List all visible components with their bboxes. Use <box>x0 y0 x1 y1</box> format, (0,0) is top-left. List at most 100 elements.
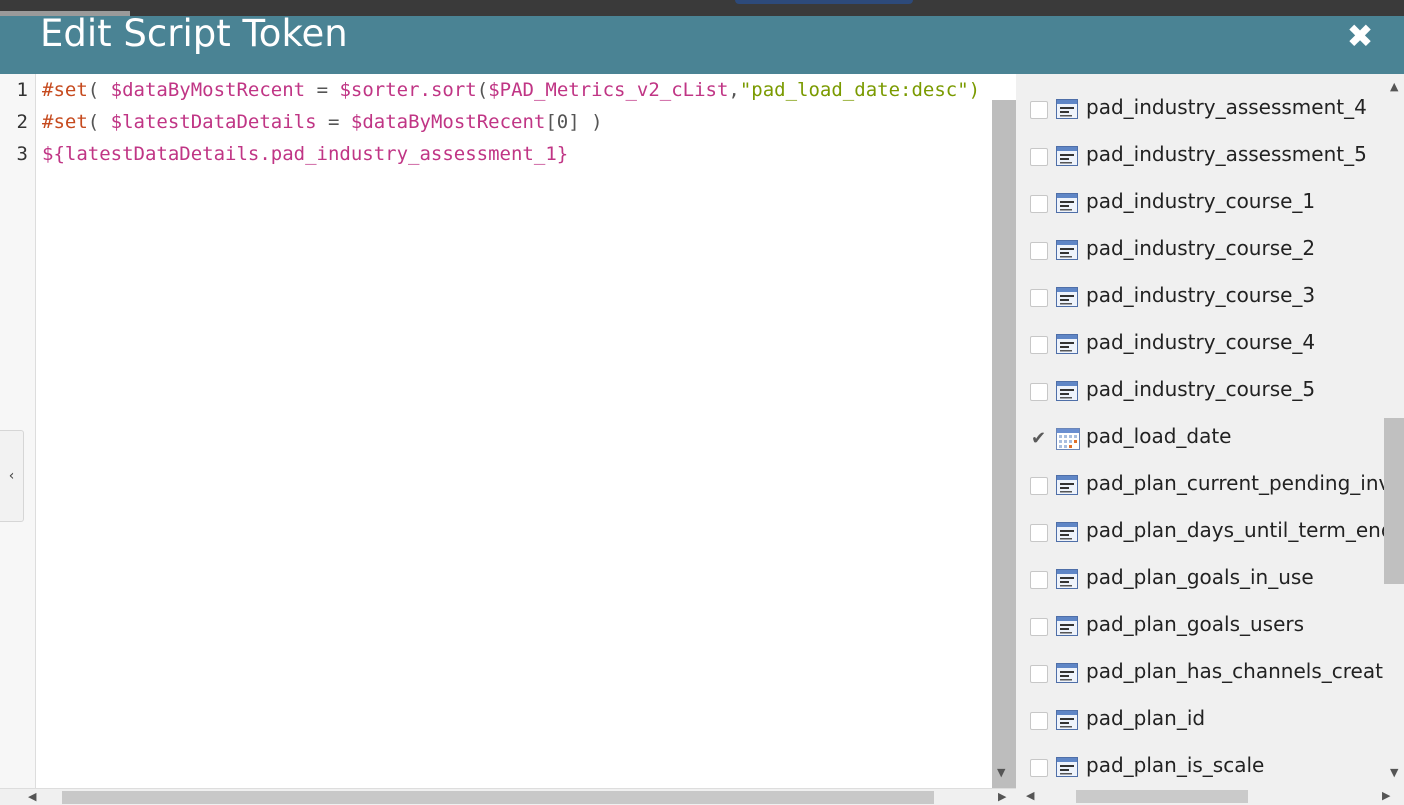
code-token: ( <box>476 79 489 101</box>
text-field-icon <box>1056 240 1080 260</box>
field-label: pad_industry_course_3 <box>1086 283 1316 307</box>
line-number: 1 <box>16 79 28 101</box>
calendar-field-icon <box>1056 428 1080 450</box>
field-list-item[interactable]: pad_industry_assessment_4 <box>1016 80 1384 127</box>
field-label: pad_industry_course_5 <box>1086 377 1316 401</box>
editor-hscroll-thumb[interactable] <box>62 791 934 804</box>
checkbox[interactable] <box>1030 618 1048 636</box>
text-field-icon <box>1056 616 1080 636</box>
code-token: [0] ) <box>545 111 603 133</box>
field-list-item[interactable]: pad_industry_course_4 <box>1016 315 1384 362</box>
code-token: $latestDataDetails <box>110 111 317 133</box>
checkbox[interactable] <box>1030 524 1048 542</box>
checkbox[interactable] <box>1030 571 1048 589</box>
list-scroll-down-arrow-icon[interactable]: ▼ <box>1390 766 1398 779</box>
checkbox[interactable] <box>1030 383 1048 401</box>
line-number: 3 <box>16 143 28 165</box>
field-list-item[interactable]: pad_plan_id <box>1016 691 1384 738</box>
field-list-item[interactable]: pad_industry_course_3 <box>1016 268 1384 315</box>
field-label: pad_plan_current_pending_invit <box>1086 471 1384 495</box>
field-list-item[interactable]: pad_plan_goals_users <box>1016 597 1384 644</box>
code-token: ( <box>87 111 111 133</box>
text-field-icon <box>1056 99 1080 119</box>
dialog-title: Edit Script Token <box>40 12 348 55</box>
checkbox[interactable] <box>1030 712 1048 730</box>
field-label: pad_load_date <box>1086 424 1232 448</box>
editor-horizontal-scrollbar[interactable]: ◀ ▶ <box>0 788 1016 805</box>
text-field-icon <box>1056 522 1080 542</box>
checkbox[interactable] <box>1030 148 1048 166</box>
code-token: ( <box>87 79 111 101</box>
text-field-icon <box>1056 287 1080 307</box>
field-list-panel: pad_industry_assessment_4 pad_industry_as… <box>1016 74 1404 805</box>
code-token: #set <box>42 111 88 133</box>
checkbox[interactable] <box>1030 101 1048 119</box>
scroll-down-arrow-icon[interactable]: ▼ <box>997 766 1005 779</box>
field-label: pad_plan_goals_users <box>1086 612 1305 636</box>
list-scroll-left-arrow-icon[interactable]: ◀ <box>1026 789 1034 802</box>
text-field-icon <box>1056 381 1080 401</box>
checkbox[interactable] <box>1030 665 1048 683</box>
field-label: pad_industry_course_4 <box>1086 330 1316 354</box>
code-token: ${latestDataDetails.pad_industry_assessm… <box>42 143 569 165</box>
checkbox[interactable] <box>1030 195 1048 213</box>
checkbox-checked[interactable] <box>1030 428 1048 449</box>
field-list-item[interactable]: pad_plan_goals_in_use <box>1016 550 1384 597</box>
close-icon[interactable]: ✖ <box>1344 20 1376 52</box>
editor-vertical-scrollbar[interactable] <box>992 100 1016 788</box>
text-field-icon <box>1056 146 1080 166</box>
checkbox[interactable] <box>1030 336 1048 354</box>
field-list-horizontal-scrollbar[interactable]: ◀ ▶ <box>1016 788 1404 805</box>
field-label: pad_plan_is_scale <box>1086 753 1265 777</box>
code-line[interactable]: #set( $dataByMostRecent = $sorter.sort($… <box>42 74 980 106</box>
field-list-item[interactable]: pad_plan_days_until_term_end_ <box>1016 503 1384 550</box>
field-list-item[interactable]: pad_industry_course_5 <box>1016 362 1384 409</box>
field-label: pad_industry_assessment_4 <box>1086 95 1367 119</box>
checkbox[interactable] <box>1030 289 1048 307</box>
field-label: pad_industry_course_2 <box>1086 236 1316 260</box>
field-list-item[interactable]: pad_industry_course_2 <box>1016 221 1384 268</box>
checkbox[interactable] <box>1030 759 1048 777</box>
list-scroll-right-arrow-icon[interactable]: ▶ <box>1382 789 1390 802</box>
field-list-item[interactable]: pad_plan_has_channels_createc <box>1016 644 1384 691</box>
text-field-icon <box>1056 334 1080 354</box>
code-token: = <box>316 111 351 133</box>
field-label: pad_industry_course_1 <box>1086 189 1316 213</box>
field-list-item[interactable]: pad_industry_assessment_5 <box>1016 127 1384 174</box>
code-token: #set <box>42 79 88 101</box>
top-pill <box>735 0 913 4</box>
field-list-item[interactable]: pad_industry_course_1 <box>1016 174 1384 221</box>
text-field-icon <box>1056 193 1080 213</box>
checkbox[interactable] <box>1030 477 1048 495</box>
field-list-item[interactable]: pad_plan_current_pending_invit <box>1016 456 1384 503</box>
field-list-item[interactable]: pad_load_date <box>1016 409 1384 456</box>
code-token: $dataByMostRecent <box>110 79 306 101</box>
code-area[interactable]: #set( $dataByMostRecent = $sorter.sort($… <box>42 74 992 788</box>
field-list-item[interactable]: pad_plan_is_scale <box>1016 738 1384 785</box>
field-label: pad_plan_goals_in_use <box>1086 565 1314 589</box>
list-scroll-up-arrow-icon[interactable]: ▲ <box>1390 80 1398 93</box>
field-list-scrollbar-thumb[interactable] <box>1384 418 1404 584</box>
code-token: = <box>305 79 340 101</box>
field-list-hscroll-thumb[interactable] <box>1076 790 1248 803</box>
line-number: 2 <box>16 111 28 133</box>
dialog-titlebar: Edit Script Token ✖ <box>0 12 1404 74</box>
field-label: pad_plan_has_channels_createc <box>1086 659 1384 683</box>
field-label: pad_industry_assessment_5 <box>1086 142 1367 166</box>
field-label: pad_plan_id <box>1086 706 1206 730</box>
scroll-left-arrow-icon[interactable]: ◀ <box>28 790 36 803</box>
code-token: , <box>728 79 740 101</box>
text-field-icon <box>1056 569 1080 589</box>
checkbox[interactable] <box>1030 242 1048 260</box>
script-editor[interactable]: 1 2 3 #set( $dataByMostRecent = $sorter.… <box>0 74 1016 805</box>
code-line[interactable]: #set( $latestDataDetails = $dataByMostRe… <box>42 106 603 138</box>
text-field-icon <box>1056 757 1080 777</box>
text-field-icon <box>1056 663 1080 683</box>
collapse-left-handle[interactable]: ‹ <box>0 430 24 522</box>
code-token: $dataByMostRecent <box>350 111 546 133</box>
code-token: $PAD_Metrics_v2_cList <box>488 79 729 101</box>
chevron-left-icon: ‹ <box>8 468 15 484</box>
scroll-right-arrow-icon[interactable]: ▶ <box>998 790 1006 803</box>
code-line[interactable]: ${latestDataDetails.pad_industry_assessm… <box>42 138 568 170</box>
code-token: "pad_load_date:desc") <box>739 79 981 101</box>
